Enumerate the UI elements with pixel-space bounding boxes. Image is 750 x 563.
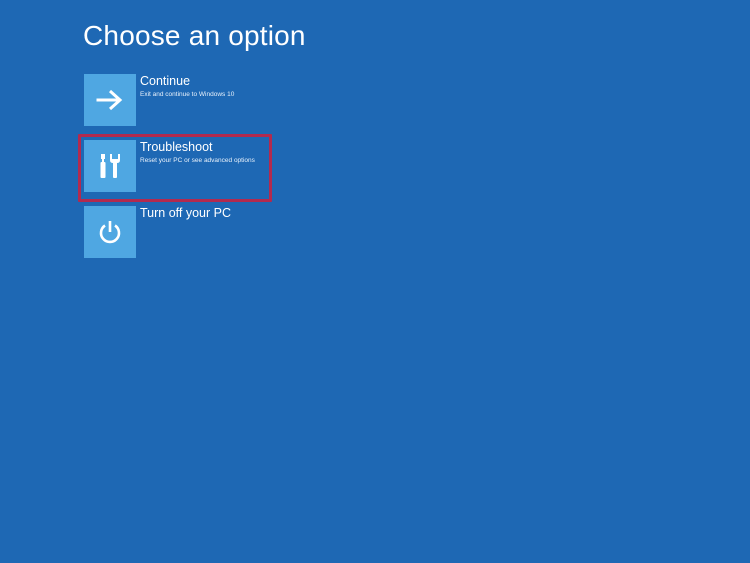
continue-label: Continue <box>140 74 191 88</box>
continue-option[interactable]: Continue Exit and continue to Windows 10 <box>84 74 344 126</box>
turn-off-option[interactable]: Turn off your PC <box>84 206 344 258</box>
troubleshoot-tile[interactable] <box>84 140 136 192</box>
troubleshoot-option[interactable]: Troubleshoot Reset your PC or see advanc… <box>84 140 344 192</box>
troubleshoot-description: Reset your PC or see advanced options <box>140 157 255 164</box>
turn-off-label: Turn off your PC <box>140 206 232 220</box>
continue-description: Exit and continue to Windows 10 <box>140 91 235 98</box>
power-icon <box>99 221 121 244</box>
page-title: Choose an option <box>83 20 306 51</box>
continue-tile[interactable] <box>84 74 136 126</box>
recovery-screen: Choose an option Continue Exit and conti… <box>0 0 750 563</box>
tools-icon <box>100 154 120 178</box>
arrow-right-icon <box>96 89 123 111</box>
turn-off-tile[interactable] <box>84 206 136 258</box>
troubleshoot-label: Troubleshoot <box>140 140 213 154</box>
